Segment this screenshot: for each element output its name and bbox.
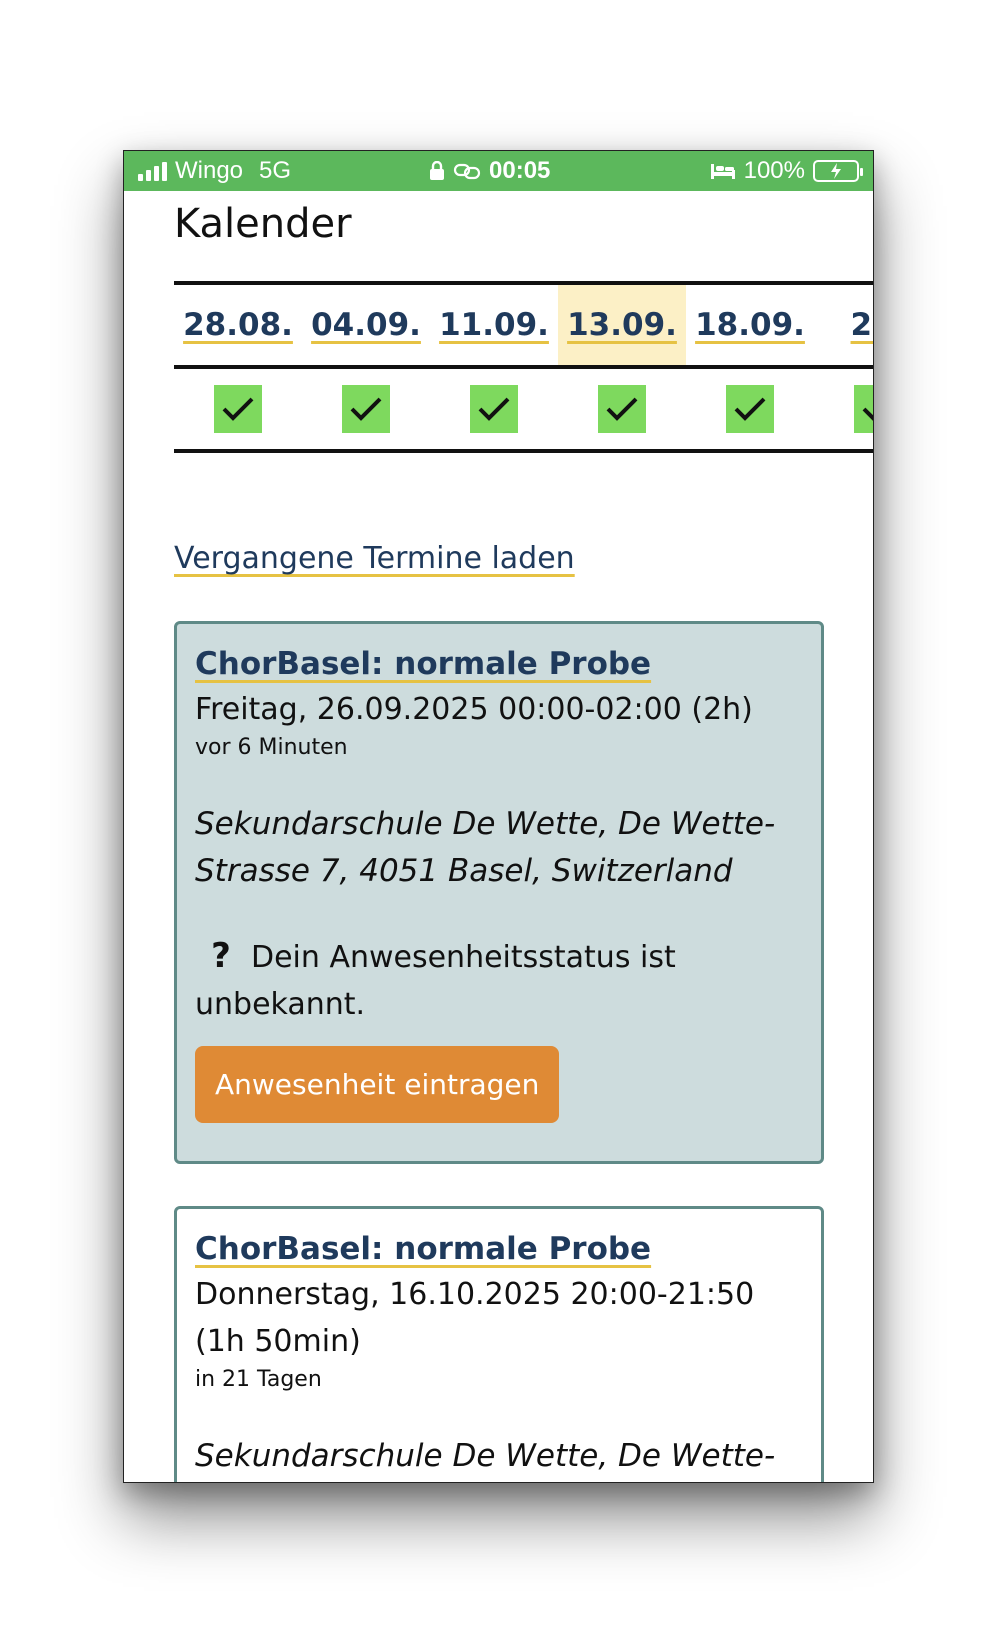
load-past-events-link[interactable]: Vergangene Termine laden: [174, 541, 575, 576]
attendance-cell: [302, 369, 430, 449]
calendar-dates: 28.08. 04.09. 11.09. 13.09. 18.09. 25.: [174, 285, 873, 365]
event-relative-time: vor 6 Minuten: [195, 735, 348, 760]
calendar-date-today[interactable]: 13.09.: [558, 285, 686, 365]
bed-icon: [710, 164, 735, 179]
page-title: Kalender: [174, 201, 352, 247]
event-title-link[interactable]: ChorBasel: normale Probe: [195, 646, 803, 682]
calendar-date[interactable]: 18.09.: [686, 285, 814, 365]
event-card-next: ChorBasel: normale Probe Donnerstag, 16.…: [174, 1206, 824, 1482]
link-icon: [453, 163, 481, 180]
event-location: Sekundarschule De Wette, De Wette-: [195, 1438, 776, 1474]
charging-bolt-icon: [831, 163, 841, 179]
network-type: 5G: [259, 157, 292, 184]
attendance-cell: [174, 369, 302, 449]
event-time: Freitag, 26.09.2025 00:00-02:00 (2h): [195, 692, 753, 727]
status-left: Wingo 5G: [138, 157, 291, 185]
signal-icon: [138, 161, 167, 181]
calendar-date[interactable]: 28.08.: [174, 285, 302, 365]
calendar-bottom-border: [174, 449, 873, 453]
check-icon: [470, 385, 518, 433]
carrier-name: Wingo: [175, 157, 244, 184]
status-center: 00:05: [429, 157, 550, 185]
event-title-link[interactable]: ChorBasel: normale Probe: [195, 1231, 803, 1267]
attendance-status: ? Dein Anwesenheitsstatus ist unbekannt.: [195, 933, 803, 1028]
attendance-cell: [558, 369, 686, 449]
calendar-date[interactable]: 11.09.: [430, 285, 558, 365]
lock-icon: [430, 161, 444, 180]
event-relative-time: in 21 Tagen: [195, 1367, 322, 1392]
unknown-status-icon: ?: [211, 936, 231, 976]
calendar-date[interactable]: 04.09.: [302, 285, 430, 365]
attendance-cell: [430, 369, 558, 449]
clock: 00:05: [489, 157, 551, 184]
phone-screen: Wingo 5G 00:05 100% Kalender 28.08. 04.0…: [123, 150, 874, 1483]
calendar-attendance-row: [174, 369, 873, 449]
event-card-current: ChorBasel: normale Probe Freitag, 26.09.…: [174, 621, 824, 1164]
battery-percent: 100%: [743, 157, 805, 184]
check-icon: [726, 385, 774, 433]
battery-icon: [813, 160, 863, 182]
check-icon: [342, 385, 390, 433]
event-location: Sekundarschule De Wette, De Wette-Strass…: [195, 806, 776, 889]
status-bar: Wingo 5G 00:05 100%: [124, 151, 873, 191]
enter-attendance-button[interactable]: Anwesenheit eintragen: [195, 1046, 560, 1123]
attendance-status-text: Dein Anwesenheitsstatus ist unbekannt.: [195, 940, 676, 1022]
status-right: 100%: [710, 157, 863, 185]
attendance-cell: [686, 369, 814, 449]
check-icon: [598, 385, 646, 433]
attendance-cell: [814, 369, 873, 449]
check-icon: [854, 385, 873, 433]
check-icon: [214, 385, 262, 433]
calendar-date[interactable]: 25.: [814, 285, 873, 365]
event-time: Donnerstag, 16.10.2025 20:00-21:50 (1h 5…: [195, 1277, 755, 1359]
